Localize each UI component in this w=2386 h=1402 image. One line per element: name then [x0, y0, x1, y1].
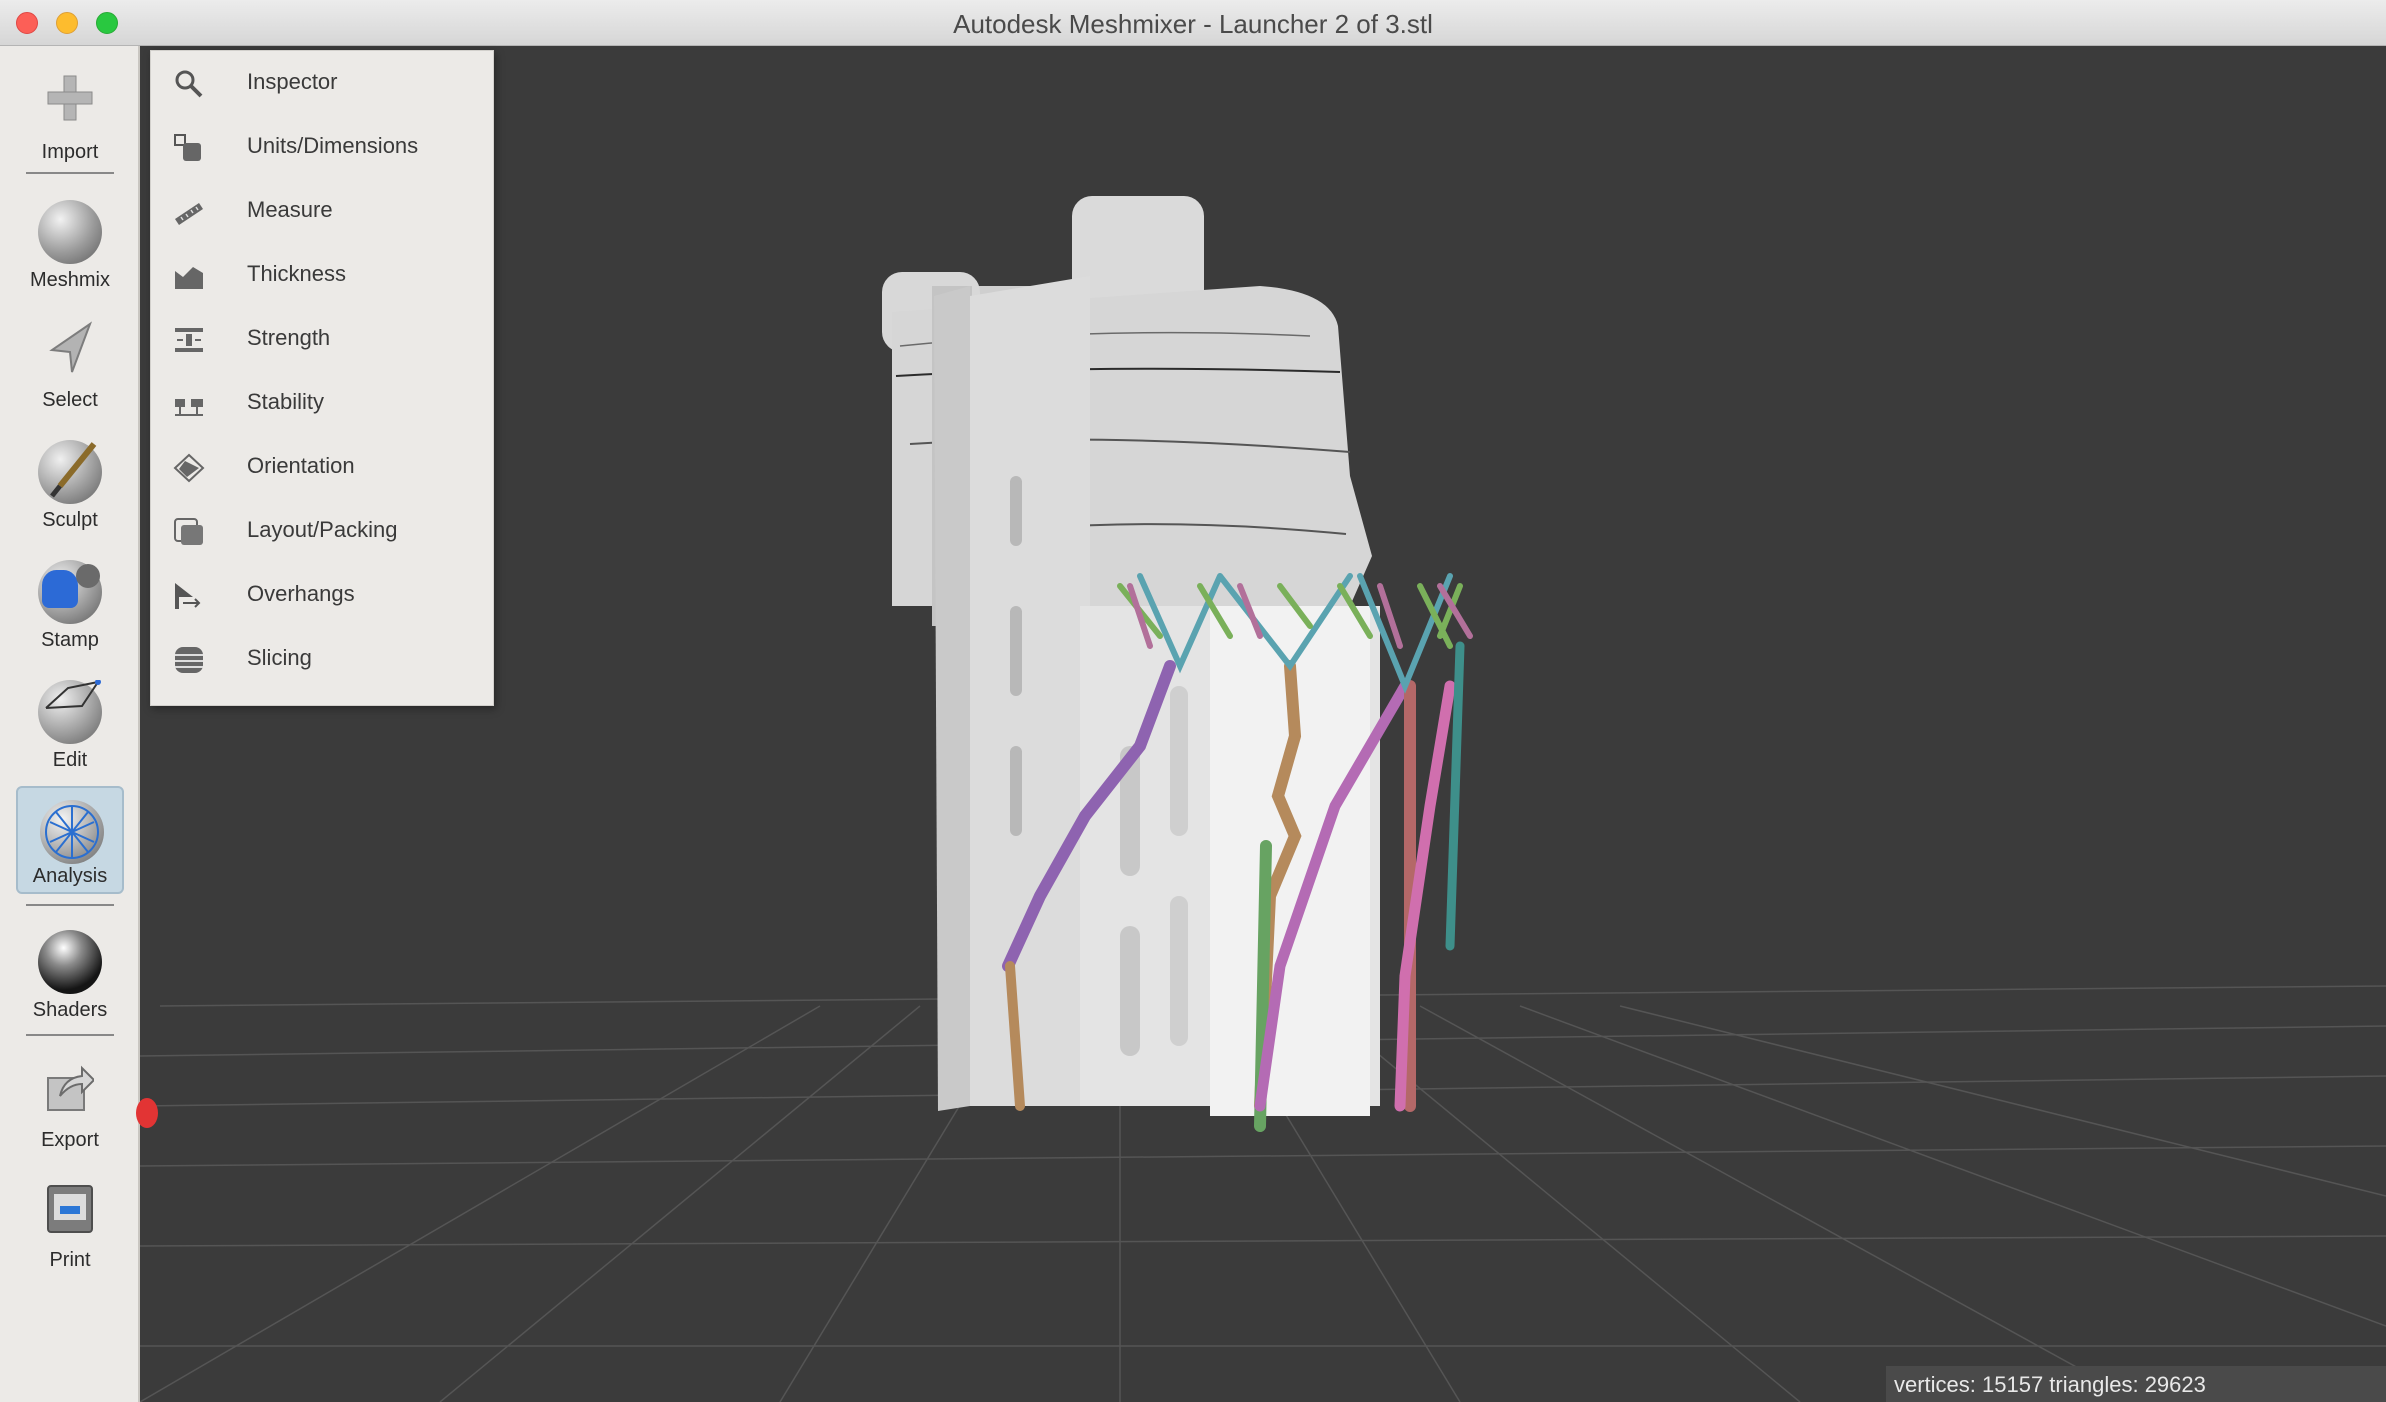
menu-item-thickness[interactable]: Thickness: [151, 243, 495, 307]
select-arrow-icon: [49, 321, 93, 373]
menu-item-inspector[interactable]: Inspector: [151, 51, 495, 115]
import-button[interactable]: Import: [16, 60, 124, 168]
menu-item-label: Strength: [247, 325, 331, 350]
select-label: Select: [42, 389, 98, 411]
menu-item-measure[interactable]: Measure: [151, 179, 495, 243]
export-icon: [47, 1065, 94, 1111]
strength-icon: [175, 328, 203, 352]
select-button[interactable]: Select: [16, 308, 124, 416]
stamp-icon: [38, 560, 102, 624]
menu-item-label: Slicing: [247, 645, 312, 670]
menu-item-label: Overhangs: [247, 581, 355, 606]
analysis-button[interactable]: Analysis: [16, 786, 124, 894]
export-label: Export: [41, 1129, 99, 1151]
toolbar-separator: [26, 904, 114, 906]
analysis-menu: Inspector Units/Dimensions Measure Thick…: [150, 50, 494, 706]
units-dimensions-icon: [174, 134, 201, 161]
edit-button[interactable]: Edit: [16, 668, 124, 776]
export-button[interactable]: Export: [16, 1048, 124, 1156]
meshmix-button[interactable]: Meshmix: [16, 188, 124, 296]
main-toolbar: Import Meshmix Select Sculpt Stamp Edit …: [0, 46, 140, 1402]
menu-item-label: Thickness: [247, 261, 347, 286]
sculpt-label: Sculpt: [42, 509, 98, 531]
layout-packing-icon: [174, 518, 203, 545]
menu-item-layout-packing[interactable]: Layout/Packing: [151, 499, 495, 563]
sculpt-brush-icon: [38, 440, 102, 504]
toolbar-separator: [26, 172, 114, 174]
meshmix-label: Meshmix: [29, 269, 110, 291]
stamp-button[interactable]: Stamp: [16, 548, 124, 656]
menu-item-overhangs[interactable]: Overhangs: [151, 563, 495, 627]
analysis-label: Analysis: [32, 865, 108, 887]
menu-item-label: Stability: [247, 389, 325, 414]
plus-icon: [47, 75, 93, 121]
shaders-label: Shaders: [32, 999, 108, 1021]
ruler-icon: [175, 203, 203, 225]
stability-icon: [175, 399, 203, 416]
window-title: Autodesk Meshmixer - Launcher 2 of 3.stl: [953, 9, 1433, 39]
printer-icon: [47, 1185, 93, 1233]
edit-label: Edit: [52, 749, 88, 771]
menu-item-strength[interactable]: Strength: [151, 307, 495, 371]
menu-item-label: Units/Dimensions: [247, 133, 419, 158]
import-label: Import: [41, 141, 99, 163]
gizmo-marker: [136, 1098, 158, 1128]
menu-item-slicing[interactable]: Slicing: [151, 627, 495, 691]
menu-item-stability[interactable]: Stability: [151, 371, 495, 435]
mesh-stats: vertices: 15157 triangles: 29623: [1894, 1372, 2206, 1397]
print-button[interactable]: Print: [16, 1168, 124, 1276]
menu-item-label: Inspector: [247, 69, 338, 94]
orientation-icon: [173, 453, 205, 483]
sculpt-button[interactable]: Sculpt: [16, 428, 124, 536]
magnifier-icon: [175, 70, 203, 98]
shaders-button[interactable]: Shaders: [16, 918, 124, 1026]
toolbar-separator: [26, 1034, 114, 1036]
menu-item-label: Measure: [247, 197, 333, 222]
menu-item-label: Layout/Packing: [247, 517, 398, 542]
analysis-icon: [40, 800, 104, 864]
slicing-icon: [175, 647, 203, 673]
title-bar: Autodesk Meshmixer - Launcher 2 of 3.stl: [0, 0, 2386, 46]
menu-item-label: Orientation: [247, 453, 355, 478]
thickness-icon: [175, 267, 203, 289]
launcher-model: [882, 196, 1380, 1116]
overhangs-icon: [175, 583, 201, 609]
print-label: Print: [49, 1249, 91, 1271]
menu-item-units-dimensions[interactable]: Units/Dimensions: [151, 115, 495, 179]
status-bar: vertices: 15157 triangles: 29623: [1886, 1366, 2386, 1402]
menu-item-orientation[interactable]: Orientation: [151, 435, 495, 499]
stamp-label: Stamp: [41, 629, 99, 651]
shader-sphere-icon: [38, 930, 102, 994]
edit-icon: [38, 680, 102, 744]
meshmix-icon: [38, 200, 102, 264]
